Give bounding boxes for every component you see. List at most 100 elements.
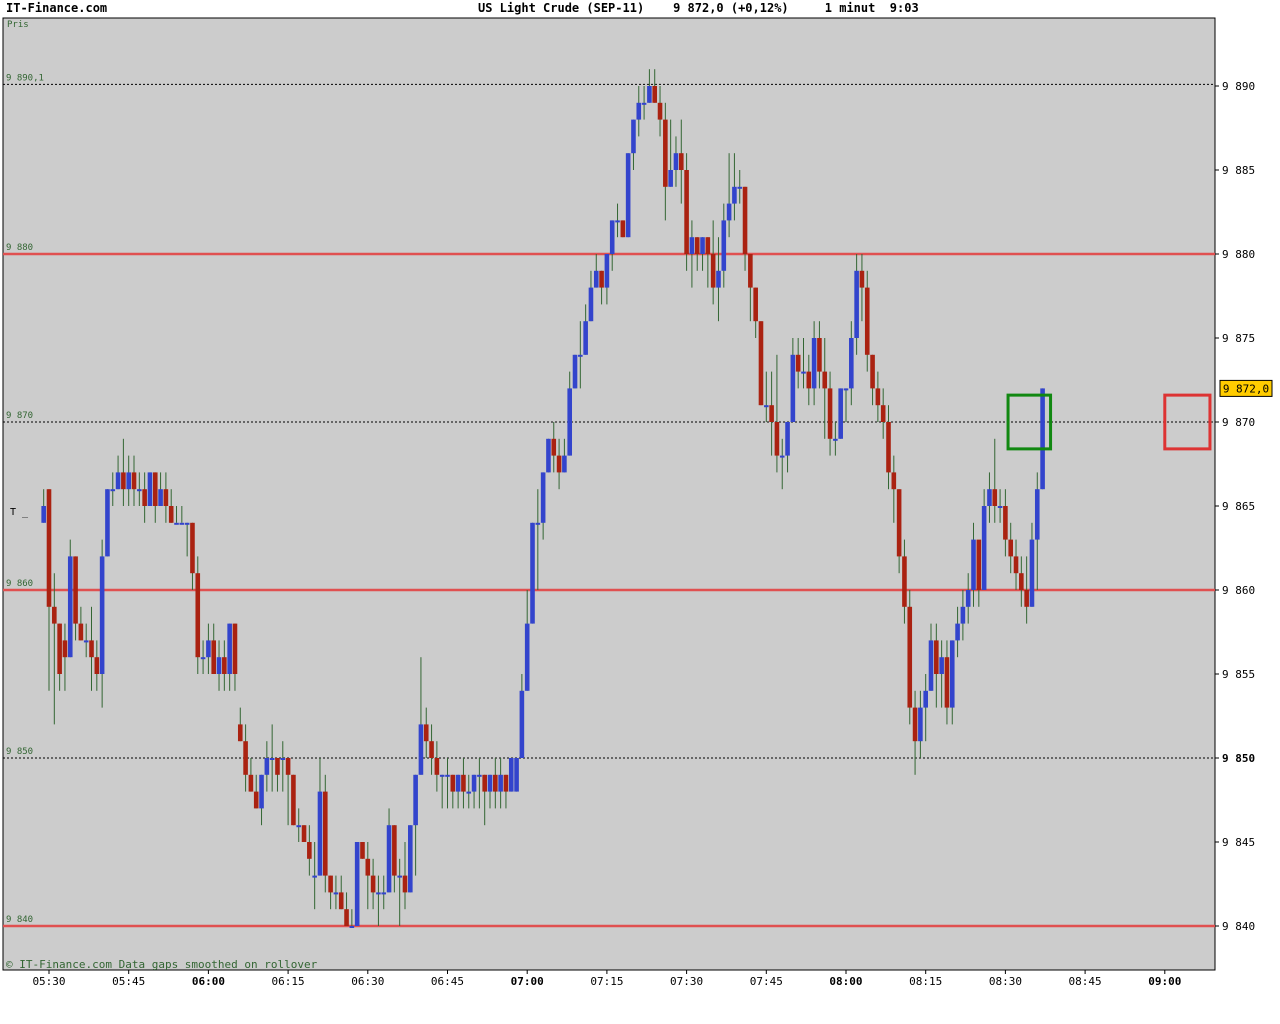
candle xyxy=(625,153,631,238)
candle xyxy=(508,758,514,792)
candle xyxy=(450,774,456,792)
candle xyxy=(285,758,291,775)
x-tick-label: 08:15 xyxy=(909,975,942,988)
candle xyxy=(763,405,769,408)
candle xyxy=(67,556,73,658)
last-price-tag: 9 872,0 xyxy=(1219,379,1273,397)
candle xyxy=(811,338,817,389)
candle xyxy=(1034,489,1040,540)
candle xyxy=(1013,556,1019,574)
candle xyxy=(73,556,78,624)
candle xyxy=(439,774,445,777)
y-tick-label: 9 890 xyxy=(1222,80,1255,93)
candle xyxy=(562,455,567,473)
price-chart[interactable]: 9 890,19 8809 8709 8609 8509 840 9 8909 … xyxy=(0,0,1280,1024)
candle xyxy=(105,489,110,557)
level-label: 9 880 xyxy=(6,243,33,253)
candle xyxy=(779,455,785,458)
x-tick-label: 08:00 xyxy=(829,975,862,988)
y-tick-label: 9 850 xyxy=(1222,752,1255,765)
candle xyxy=(115,472,121,490)
candle xyxy=(801,371,806,374)
candle xyxy=(678,153,684,170)
level-label: 9 870 xyxy=(6,411,33,421)
candle xyxy=(1019,573,1024,590)
candle xyxy=(264,758,270,775)
candle xyxy=(965,590,971,607)
footer-note: © IT-Finance.com Data gaps smoothed on r… xyxy=(6,958,318,971)
candle xyxy=(652,86,658,103)
candle xyxy=(593,270,599,288)
candle xyxy=(572,354,578,389)
candle xyxy=(546,438,551,473)
candle xyxy=(503,774,509,792)
candle xyxy=(184,522,190,525)
candle xyxy=(200,657,206,660)
y-axis: 9 890 9 885 9 880 9 875 9 870 9 865 9 860 9 855… xyxy=(1215,80,1255,933)
candle xyxy=(413,774,418,826)
plot-area[interactable] xyxy=(2,17,1216,971)
candle xyxy=(317,791,323,876)
candle xyxy=(673,153,679,170)
candle xyxy=(338,892,344,910)
candle xyxy=(583,321,588,355)
candle xyxy=(620,220,626,238)
candle xyxy=(567,388,573,456)
candle xyxy=(657,102,663,120)
candle xyxy=(864,287,870,355)
candle xyxy=(615,220,620,223)
candle xyxy=(418,724,424,775)
candle xyxy=(705,237,711,254)
x-tick-label: 08:30 xyxy=(989,975,1022,988)
candle xyxy=(1008,539,1014,557)
candle xyxy=(328,875,333,893)
candle xyxy=(163,489,169,506)
candle xyxy=(434,758,440,775)
candle xyxy=(121,472,126,490)
x-tick-label: 06:00 xyxy=(192,975,225,988)
candle xyxy=(790,354,796,422)
level-label: 9 840 xyxy=(6,915,33,925)
x-tick-label: 07:00 xyxy=(511,975,544,988)
candle xyxy=(376,892,381,895)
candle xyxy=(110,489,116,492)
candle xyxy=(126,472,131,490)
candle xyxy=(822,371,828,389)
candle xyxy=(322,791,328,876)
candle xyxy=(52,606,57,624)
candle xyxy=(604,254,610,288)
candle xyxy=(392,825,397,876)
candle xyxy=(694,237,700,254)
candle xyxy=(934,640,939,674)
candle xyxy=(987,489,992,506)
candle xyxy=(253,791,259,809)
candle xyxy=(216,657,222,674)
candle xyxy=(530,522,535,624)
candle xyxy=(349,926,355,928)
candle xyxy=(992,489,998,506)
candle xyxy=(487,774,493,792)
candle xyxy=(333,892,339,895)
candle xyxy=(344,909,349,926)
candle xyxy=(631,119,636,154)
candle xyxy=(94,657,100,674)
candle xyxy=(429,741,434,758)
y-tick-label: 9 880 xyxy=(1222,248,1255,261)
candle xyxy=(647,86,652,103)
candle xyxy=(455,774,461,792)
candle xyxy=(301,825,307,842)
candle xyxy=(609,220,615,254)
candle xyxy=(190,522,195,574)
candle xyxy=(726,203,732,221)
candle xyxy=(588,287,594,322)
y-tick-label: 9 875 xyxy=(1222,332,1255,345)
candle xyxy=(827,388,833,439)
candle xyxy=(684,170,689,254)
x-tick-label: 07:30 xyxy=(670,975,703,988)
x-tick-label: 07:45 xyxy=(750,975,783,988)
candle xyxy=(408,825,413,893)
candle xyxy=(928,640,934,691)
x-tick-label: 06:45 xyxy=(431,975,464,988)
candle xyxy=(445,774,450,777)
candle xyxy=(742,186,748,254)
